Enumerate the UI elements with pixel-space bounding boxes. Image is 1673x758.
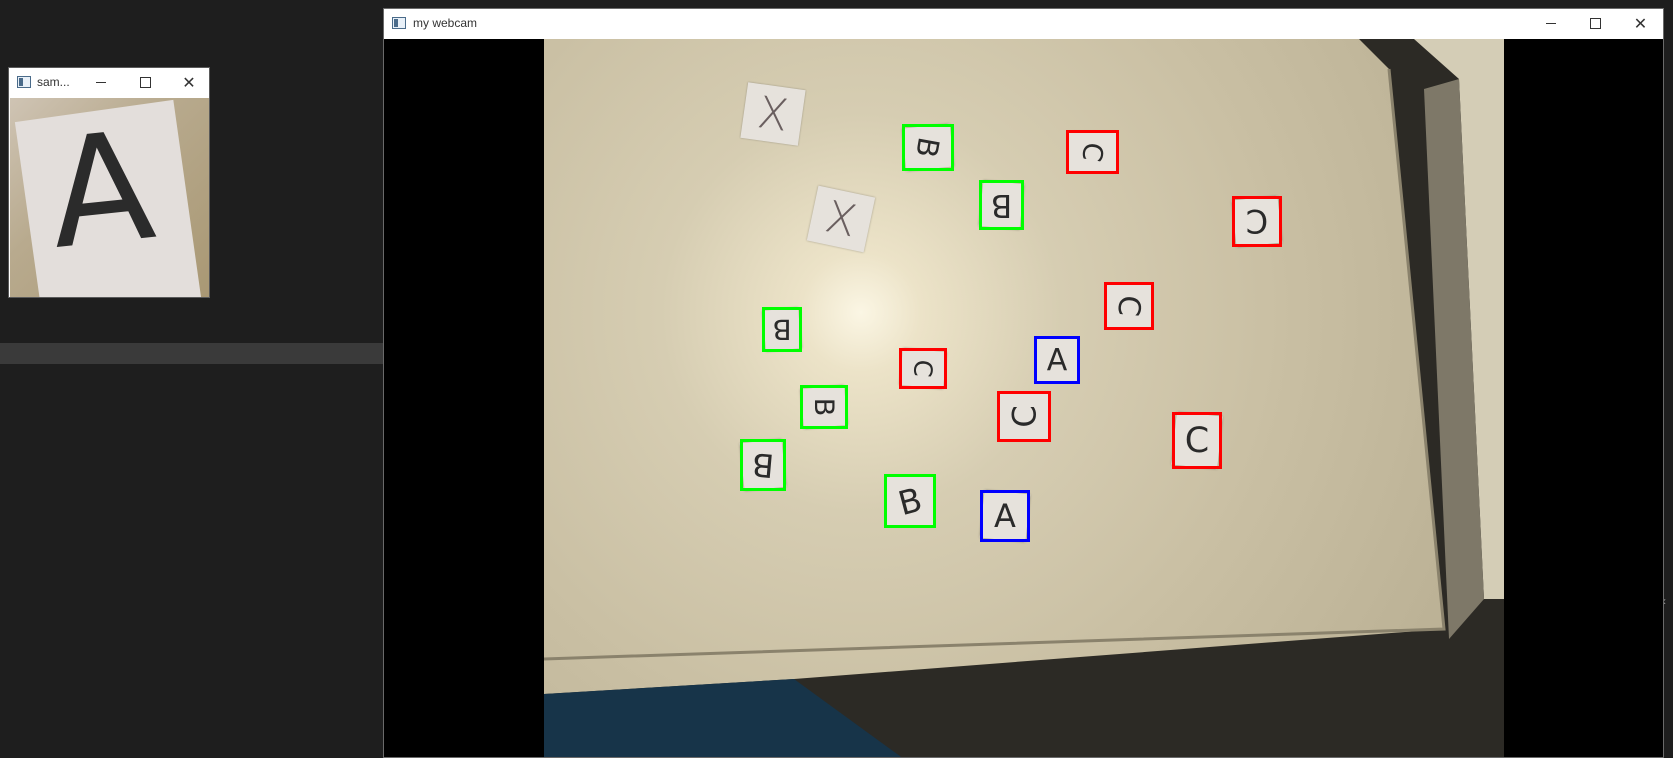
minimize-button[interactable] xyxy=(1528,9,1573,38)
detection-box-a xyxy=(1034,336,1080,384)
detection-box-b xyxy=(979,180,1024,230)
detection-box-b xyxy=(902,124,954,171)
detection-box-c xyxy=(1172,412,1222,469)
minimize-button[interactable] xyxy=(79,68,123,97)
maximize-button[interactable] xyxy=(1573,9,1618,38)
detection-box-c xyxy=(1232,196,1282,247)
sample-titlebar[interactable]: sam... ✕ xyxy=(9,68,209,97)
detection-box-c xyxy=(1104,282,1154,330)
detection-box-c xyxy=(997,391,1051,442)
close-button[interactable]: ✕ xyxy=(1618,9,1663,38)
webcam-window[interactable]: my webcam ✕ BCBCCABACBCCBBAXX xyxy=(383,8,1664,758)
webcam-window-title: my webcam xyxy=(413,16,478,30)
webcam-frame: BCBCCABACBCCBBAXX xyxy=(544,39,1504,757)
detection-box-b xyxy=(740,439,786,491)
detection-box-c xyxy=(899,348,947,389)
webcam-feed: BCBCCABACBCCBBAXX xyxy=(384,39,1663,757)
detection-box-b xyxy=(800,385,848,429)
detection-box-b xyxy=(884,474,936,528)
background-highlight-band xyxy=(0,343,383,364)
sample-window[interactable]: sam... ✕ A xyxy=(8,67,210,298)
detection-box-c xyxy=(1066,130,1119,174)
sample-window-title: sam... xyxy=(37,75,70,89)
sample-letter: A xyxy=(41,99,162,283)
close-button[interactable]: ✕ xyxy=(167,68,211,97)
webcam-titlebar[interactable]: my webcam ✕ xyxy=(384,9,1663,38)
detection-box-b xyxy=(762,307,802,352)
detection-box-a xyxy=(980,490,1030,542)
window-app-icon xyxy=(392,17,406,29)
window-app-icon xyxy=(17,76,31,88)
sample-preview-image: A xyxy=(10,98,209,297)
unlabeled-card-letter: X xyxy=(820,190,862,248)
maximize-button[interactable] xyxy=(123,68,167,97)
unlabeled-card-letter: X xyxy=(754,86,792,142)
